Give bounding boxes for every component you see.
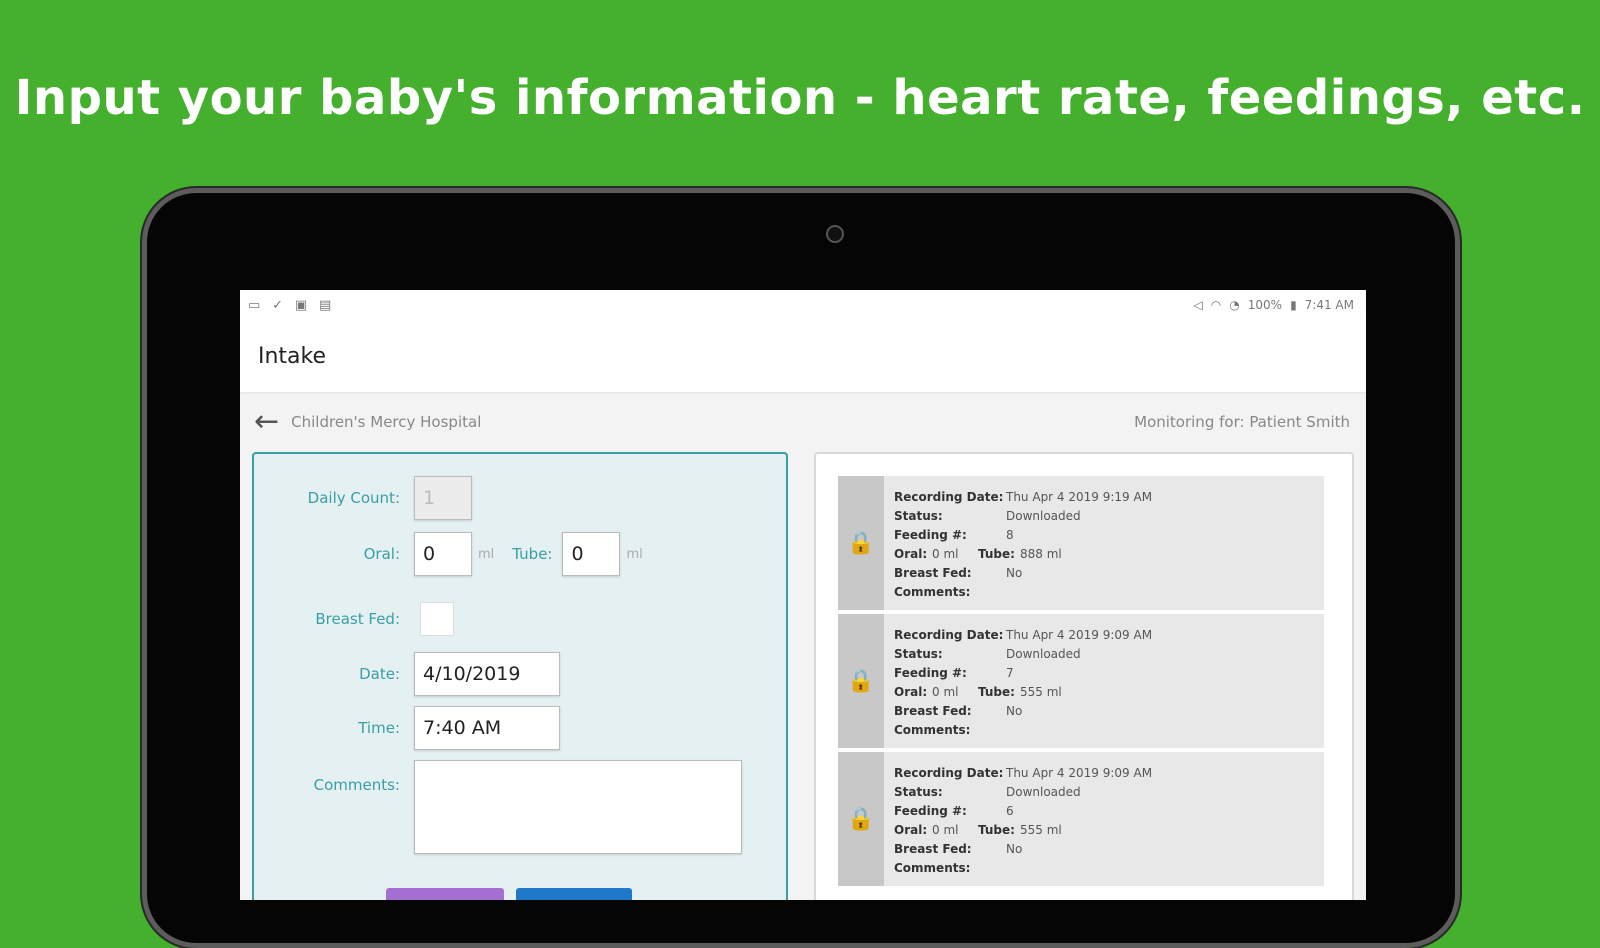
time-row: Time: 7:40 AM: [254, 706, 560, 750]
lock-icon: 🔒: [838, 614, 884, 748]
breast-fed-label: Breast Fed:: [894, 566, 972, 580]
tube-label: Tube:: [978, 685, 1015, 699]
status-label: Status:: [894, 785, 943, 799]
tube-input[interactable]: 0: [562, 532, 621, 576]
monitoring-info: Monitoring for: Patient Smith: [1134, 413, 1350, 431]
battery-percent: 100%: [1247, 298, 1283, 312]
daily-count-field: 1: [414, 476, 472, 520]
comments-label: Comments:: [894, 723, 971, 737]
status-icons-right: ◁ ◠ ◔ 100% ▮ 7:41 AM: [1194, 298, 1354, 312]
comments-label: Comments:: [313, 776, 400, 794]
time-label: Time:: [358, 719, 400, 737]
mute-icon: ◁: [1193, 298, 1203, 312]
status-label: Status:: [894, 509, 943, 523]
recording-date-label: Recording Date:: [894, 490, 1004, 504]
clock: 7:41 AM: [1304, 298, 1354, 312]
content-panels: Daily Count: 1 Oral: 0 ml Tube: 0 ml Bre…: [240, 452, 1366, 900]
feeding-label: Feeding #:: [894, 666, 967, 680]
recording-date-label: Recording Date:: [894, 766, 1004, 780]
oral-label: Oral:: [894, 685, 928, 699]
status-icons-left: ▭ ✓ ▣ ▤: [248, 298, 339, 313]
comments-row: Comments:: [254, 760, 742, 854]
comments-label: Comments:: [894, 585, 971, 599]
lock-icon: 🔒: [838, 752, 884, 886]
tube-label: Tube:: [978, 823, 1015, 837]
clear-button[interactable]: [386, 888, 504, 900]
oral-value: 0 ml: [932, 823, 959, 837]
oral-value: 0 ml: [932, 547, 959, 561]
check-icon: ✓: [272, 297, 284, 313]
status-label: Status:: [894, 647, 943, 661]
feeding-value: 6: [1006, 804, 1014, 818]
breast-fed-value: No: [1006, 842, 1023, 856]
patient-name: Patient Smith: [1249, 413, 1350, 431]
calendar-icon: ▤: [318, 297, 332, 313]
save-button[interactable]: [516, 888, 632, 900]
tube-value: 555 ml: [1020, 823, 1062, 837]
date-input[interactable]: 4/10/2019: [414, 652, 560, 696]
oral-input[interactable]: 0: [414, 532, 472, 576]
record-card[interactable]: 🔒 Recording Date: Thu Apr 4 2019 9:19 AM …: [838, 476, 1324, 610]
oral-unit: ml: [478, 546, 495, 562]
comments-label: Comments:: [894, 861, 971, 875]
status-value: Downloaded: [1006, 785, 1081, 799]
daily-count-row: Daily Count: 1: [254, 476, 472, 520]
tube-label: Tube:: [978, 547, 1015, 561]
date-row: Date: 4/10/2019: [254, 652, 560, 696]
oral-label: Oral:: [894, 547, 928, 561]
record-card[interactable]: 🔒 Recording Date: Thu Apr 4 2019 9:09 AM …: [838, 752, 1324, 886]
gallery-icon: ▣: [294, 297, 308, 313]
feeding-value: 7: [1006, 666, 1014, 680]
records-list: 🔒 Recording Date: Thu Apr 4 2019 9:19 AM …: [814, 452, 1354, 900]
headline: Input your baby's information - heart ra…: [14, 70, 1586, 126]
monitoring-label: Monitoring for:: [1134, 413, 1245, 431]
recording-date-label: Recording Date:: [894, 628, 1004, 642]
app-screen: ▭ ✓ ▣ ▤ ◁ ◠ ◔ 100% ▮ 7:41 AM Intake ← Ch…: [240, 290, 1366, 900]
breast-fed-value: No: [1006, 704, 1023, 718]
status-value: Downloaded: [1006, 509, 1081, 523]
comments-textarea[interactable]: [414, 760, 742, 854]
recording-date: Thu Apr 4 2019 9:09 AM: [1006, 628, 1153, 642]
feeding-value: 8: [1006, 528, 1014, 542]
status-bar: ▭ ✓ ▣ ▤ ◁ ◠ ◔ 100% ▮ 7:41 AM: [240, 290, 1366, 320]
breast-fed-label: Breast Fed:: [894, 704, 972, 718]
oral-tube-row: Oral: 0 ml Tube: 0 ml: [254, 532, 643, 576]
intake-form: Daily Count: 1 Oral: 0 ml Tube: 0 ml Bre…: [252, 452, 788, 900]
wifi-icon: ◠: [1210, 298, 1222, 312]
breast-fed-label: Breast Fed:: [315, 610, 400, 628]
record-card[interactable]: 🔒 Recording Date: Thu Apr 4 2019 9:09 AM …: [838, 614, 1324, 748]
tube-unit: ml: [626, 546, 643, 562]
tube-label: Tube:: [512, 545, 553, 563]
oral-label: Oral:: [363, 545, 400, 563]
image-icon: ▭: [248, 297, 261, 313]
feeding-label: Feeding #:: [894, 804, 967, 818]
alarm-icon: ◔: [1229, 298, 1240, 312]
feeding-label: Feeding #:: [894, 528, 967, 542]
camera-icon: [826, 225, 844, 243]
breast-fed-row: Breast Fed:: [254, 602, 454, 636]
lock-icon: 🔒: [838, 476, 884, 610]
app-bar: Intake: [240, 320, 1366, 392]
recording-date: Thu Apr 4 2019 9:09 AM: [1006, 766, 1153, 780]
daily-count-label: Daily Count:: [307, 489, 400, 507]
back-arrow-icon[interactable]: ←: [254, 407, 279, 437]
date-label: Date:: [359, 665, 400, 683]
battery-icon: ▮: [1290, 298, 1297, 312]
oral-label: Oral:: [894, 823, 928, 837]
hospital-name: Children's Mercy Hospital: [291, 413, 482, 431]
recording-date: Thu Apr 4 2019 9:19 AM: [1006, 490, 1153, 504]
tube-value: 555 ml: [1020, 685, 1062, 699]
page-title: Intake: [258, 343, 327, 369]
breast-fed-value: No: [1006, 566, 1023, 580]
time-input[interactable]: 7:40 AM: [414, 706, 560, 750]
breast-fed-checkbox[interactable]: [420, 602, 454, 636]
oral-value: 0 ml: [932, 685, 959, 699]
tube-value: 888 ml: [1020, 547, 1062, 561]
breast-fed-label: Breast Fed:: [894, 842, 972, 856]
status-value: Downloaded: [1006, 647, 1081, 661]
sub-navigation: ← Children's Mercy Hospital Monitoring f…: [240, 392, 1366, 452]
